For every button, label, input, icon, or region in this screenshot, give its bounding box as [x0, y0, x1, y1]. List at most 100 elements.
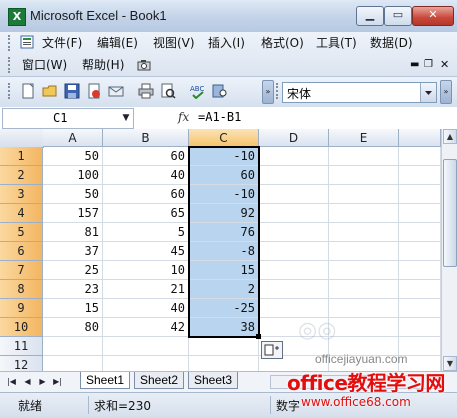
column-header[interactable]: A	[43, 129, 103, 147]
chevron-down-icon[interactable]: ▼	[119, 109, 133, 128]
fx-icon[interactable]: fx	[178, 110, 189, 124]
grid-cell[interactable]	[399, 147, 441, 166]
menu-format[interactable]: 格式(O)	[261, 35, 304, 51]
save-icon[interactable]	[64, 83, 80, 99]
grid-cell[interactable]	[259, 185, 329, 204]
grid-cell[interactable]	[399, 280, 441, 299]
prev-sheet-icon[interactable]: ◀	[22, 375, 33, 388]
fill-handle[interactable]	[256, 334, 261, 339]
grid-cell[interactable]	[399, 204, 441, 223]
last-sheet-icon[interactable]: ▶|	[52, 375, 63, 388]
maximize-button[interactable]: ▭	[384, 6, 412, 26]
formula-input[interactable]: =A1-B1	[198, 110, 241, 124]
grid-cell[interactable]: 40	[103, 299, 189, 318]
row-header[interactable]: 1	[0, 147, 43, 166]
auto-fill-options-icon[interactable]	[261, 341, 283, 359]
restore-doc-icon[interactable]: ❐	[424, 57, 433, 73]
toolbar-grip[interactable]	[8, 35, 13, 51]
grid-cell[interactable]: 50	[43, 147, 103, 166]
toolbar-grip[interactable]	[8, 83, 13, 99]
grid-cell[interactable]: 10	[103, 261, 189, 280]
tab-sheet1[interactable]: Sheet1	[80, 372, 130, 389]
vertical-scrollbar[interactable]: ▲ ▼	[441, 129, 457, 371]
grid-cell[interactable]	[259, 166, 329, 185]
grid-cell[interactable]: 50	[43, 185, 103, 204]
minimize-doc-icon[interactable]: ▬	[410, 57, 419, 73]
grid-cell[interactable]: 60	[189, 166, 259, 185]
row-header[interactable]: 7	[0, 261, 43, 280]
grid-cell[interactable]	[259, 147, 329, 166]
grid-cell[interactable]	[329, 185, 399, 204]
column-header[interactable]: E	[329, 129, 399, 147]
grid-cell[interactable]: 60	[103, 147, 189, 166]
grid-cell[interactable]	[329, 204, 399, 223]
name-box[interactable]: C1 ▼	[2, 108, 134, 129]
grid-cell[interactable]	[329, 147, 399, 166]
menu-view[interactable]: 视图(V)	[153, 35, 195, 51]
row-header[interactable]: 4	[0, 204, 43, 223]
grid-cell[interactable]	[399, 242, 441, 261]
menu-data[interactable]: 数据(D)	[370, 35, 413, 51]
grid-cell[interactable]	[259, 280, 329, 299]
grid-cell[interactable]: -10	[189, 147, 259, 166]
row-header[interactable]: 12	[0, 356, 43, 371]
chevron-down-icon[interactable]	[420, 83, 436, 102]
grid-cell[interactable]: 45	[103, 242, 189, 261]
next-sheet-icon[interactable]: ▶	[37, 375, 48, 388]
scroll-down-icon[interactable]: ▼	[443, 356, 457, 371]
grid-cell[interactable]	[329, 280, 399, 299]
grid-cell[interactable]	[329, 166, 399, 185]
grid-cell[interactable]	[259, 299, 329, 318]
grid-cell[interactable]	[399, 166, 441, 185]
row-header[interactable]: 10	[0, 318, 43, 337]
column-header[interactable]: C	[189, 129, 259, 147]
worksheet-grid[interactable]: A B C D E 1 50 60 -10 2 100 40 60 3 50 60 -10 4 157 65 92 5 81…	[0, 129, 441, 371]
toolbar-options-chevron-icon[interactable]: »	[262, 80, 274, 104]
menu-tools[interactable]: 工具(T)	[316, 35, 357, 51]
grid-cell[interactable]	[399, 185, 441, 204]
grid-cell[interactable]: 15	[189, 261, 259, 280]
grid-cell[interactable]: 25	[43, 261, 103, 280]
email-icon[interactable]	[108, 83, 124, 99]
grid-cell[interactable]: -10	[189, 185, 259, 204]
first-sheet-icon[interactable]: |◀	[6, 375, 17, 388]
grid-cell[interactable]: 42	[103, 318, 189, 337]
print-icon[interactable]	[138, 83, 154, 99]
row-header[interactable]: 2	[0, 166, 43, 185]
grid-cell[interactable]	[329, 223, 399, 242]
grid-cell[interactable]: 100	[43, 166, 103, 185]
grid-cell[interactable]: 21	[103, 280, 189, 299]
grid-cell[interactable]: 5	[103, 223, 189, 242]
grid-cell[interactable]	[399, 318, 441, 337]
row-header[interactable]: 9	[0, 299, 43, 318]
grid-cell[interactable]	[329, 299, 399, 318]
minimize-button[interactable]: ▁	[356, 6, 384, 26]
grid-cell[interactable]	[329, 261, 399, 280]
grid-cell[interactable]: 2	[189, 280, 259, 299]
permission-icon[interactable]	[86, 83, 102, 99]
grid-cell[interactable]	[259, 223, 329, 242]
tab-sheet3[interactable]: Sheet3	[188, 372, 238, 389]
row-header[interactable]: 8	[0, 280, 43, 299]
grid-cell[interactable]	[259, 261, 329, 280]
grid-cell[interactable]	[399, 261, 441, 280]
toolbar-grip[interactable]	[276, 83, 281, 99]
grid-cell[interactable]: 81	[43, 223, 103, 242]
grid-cell[interactable]: 60	[103, 185, 189, 204]
grid-cell[interactable]	[189, 337, 259, 356]
new-icon[interactable]	[20, 83, 36, 99]
grid-cell[interactable]	[259, 204, 329, 223]
grid-cell[interactable]	[43, 337, 103, 356]
row-header[interactable]: 3	[0, 185, 43, 204]
research-icon[interactable]	[212, 83, 228, 99]
grid-cell[interactable]	[329, 318, 399, 337]
row-header[interactable]: 6	[0, 242, 43, 261]
document-icon[interactable]	[20, 35, 34, 49]
select-all-corner[interactable]	[0, 129, 44, 148]
toolbar-grip[interactable]	[8, 57, 13, 73]
grid-cell[interactable]: 65	[103, 204, 189, 223]
column-header[interactable]: B	[103, 129, 189, 147]
close-button[interactable]: ✕	[412, 6, 454, 26]
grid-cell[interactable]: -8	[189, 242, 259, 261]
grid-cell[interactable]: 76	[189, 223, 259, 242]
